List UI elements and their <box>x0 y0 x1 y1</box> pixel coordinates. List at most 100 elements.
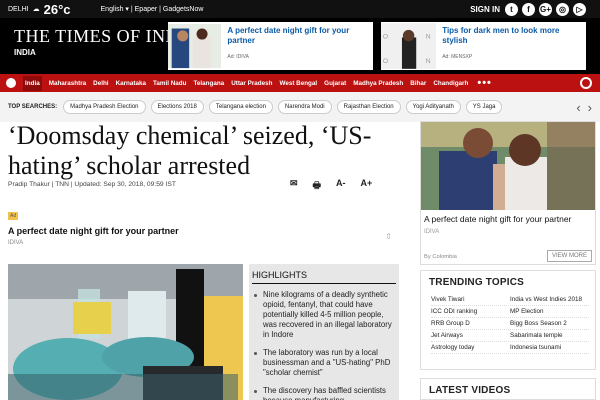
weather-widget[interactable]: DELHI ☁ 26°c <box>8 2 71 17</box>
header-ad-title: A perfect date night gift for your partn… <box>227 26 350 45</box>
article-headline: ‘Doomsday chemical’ seized, ‘US-hating’ … <box>8 121 372 180</box>
chevron-left-icon[interactable]: ‹ <box>576 100 580 115</box>
latest-videos-title: LATEST VIDEOS <box>429 385 511 396</box>
top-search-pill[interactable]: Yogi Adityanath <box>405 100 461 114</box>
decrease-font-button[interactable]: A- <box>336 178 346 194</box>
trending-row: ICC ODI ranking MP Election <box>431 306 589 318</box>
article-tools: ✉ 🖶 A- A+ <box>290 178 372 194</box>
nav-item-west-bengal[interactable]: West Bengal <box>279 80 317 87</box>
lab-image <box>8 264 243 400</box>
trending-row: Astrology today Indonesia tsunami <box>431 342 589 354</box>
nav-item-delhi[interactable]: Delhi <box>93 80 108 87</box>
more-menu-icon[interactable]: ••• <box>477 77 492 89</box>
top-searches-label: TOP SEARCHES: <box>8 104 58 110</box>
top-utility-bar: DELHI ☁ 26°c English ▾ | Epaper | Gadget… <box>0 0 600 18</box>
header-ad-source: Ad: MENSXP <box>442 54 473 60</box>
svg-text:N: N <box>426 33 431 40</box>
facebook-icon[interactable]: f <box>522 2 535 16</box>
main-navigation: India Maharashtra Delhi Karnataka Tamil … <box>0 74 600 92</box>
svg-text:N: N <box>426 58 431 65</box>
ad-man-image: O N O N <box>381 23 437 69</box>
play-icon[interactable]: ▷ <box>573 2 586 16</box>
top-search-pill[interactable]: Telangana election <box>208 100 273 114</box>
trending-topics: TRENDING TOPICS Vivek Tiwari India vs We… <box>420 270 596 370</box>
top-search-pill[interactable]: Narendra Modi <box>277 100 332 114</box>
masthead: THE TIMES OF INDIA INDIA A perfect date … <box>0 18 600 74</box>
print-icon[interactable]: 🖶 <box>313 178 322 194</box>
nav-item-bihar[interactable]: Bihar <box>410 80 426 87</box>
top-search-pill[interactable]: Elections 2018 <box>150 100 204 114</box>
top-search-pill[interactable]: Madhya Pradesh Election <box>63 100 146 114</box>
trending-link[interactable]: Bigg Boss Season 2 <box>510 318 589 329</box>
increase-font-button[interactable]: A+ <box>361 178 373 194</box>
temperature: 26°c <box>43 1 71 17</box>
sponsored-source: IDIVA <box>8 240 24 246</box>
trending-link[interactable]: India vs West Indies 2018 <box>510 294 589 305</box>
nav-item-india[interactable]: India <box>23 75 42 91</box>
article-lab-photo <box>8 264 243 400</box>
trending-list: Vivek Tiwari India vs West Indies 2018 I… <box>431 294 589 354</box>
nav-item-uttar-pradesh[interactable]: Uttar Pradesh <box>231 80 272 87</box>
sidebar-ad-image <box>421 122 595 210</box>
view-more-button[interactable]: VIEW MORE <box>546 250 592 262</box>
trending-link[interactable]: Vivek Tiwari <box>431 294 510 305</box>
sidebar-ad-card[interactable]: A perfect date night gift for your partn… <box>420 121 596 265</box>
social-links: t f G+ ◎ ▷ <box>505 2 586 16</box>
highlights-list: Nine kilograms of a deadly synthetic opi… <box>249 284 399 400</box>
header-ad-title: Tips for dark men to look more stylish <box>442 26 560 45</box>
header-ad-mensxp[interactable]: O N O N Tips for dark men to look more s… <box>381 22 586 70</box>
svg-text:O: O <box>383 58 388 65</box>
trending-row: Vivek Tiwari India vs West Indies 2018 <box>431 294 589 306</box>
top-search-carousel-controls: ‹ › <box>576 100 592 115</box>
top-search-pill[interactable]: Rajasthan Election <box>336 100 401 114</box>
trending-link[interactable]: Jet Airways <box>431 330 510 341</box>
twitter-icon[interactable]: t <box>505 2 518 16</box>
weather-icon: ☁ <box>32 6 40 13</box>
home-icon[interactable] <box>6 78 16 88</box>
share-icon[interactable]: ⇧ <box>385 232 392 241</box>
trending-link[interactable]: MP Election <box>510 306 589 317</box>
nav-item-madhya-pradesh[interactable]: Madhya Pradesh <box>353 80 403 87</box>
top-search-pill[interactable]: YS Jaga <box>465 100 503 114</box>
ad-label: Ad <box>8 212 19 220</box>
trending-link[interactable]: ICC ODI ranking <box>431 306 510 317</box>
trending-row: Jet Airways Sabarimala temple <box>431 330 589 342</box>
ad-couple-image <box>168 23 222 69</box>
colombia-attribution: By Colombia <box>424 254 457 260</box>
city-label: DELHI <box>8 5 29 13</box>
nav-item-tamil-nadu[interactable]: Tamil Nadu <box>153 80 186 87</box>
sign-in-link[interactable]: SIGN IN <box>470 5 500 14</box>
nav-item-gujarat[interactable]: Gujarat <box>324 80 346 87</box>
top-searches-bar: TOP SEARCHES: Madhya Pradesh Election El… <box>0 92 600 122</box>
highlight-item: The discovery has baffled scientists bec… <box>253 386 395 400</box>
header-ad-idiva[interactable]: A perfect date night gift for your partn… <box>168 22 373 70</box>
sponsored-link[interactable]: Ad A perfect date night gift for your pa… <box>8 204 400 246</box>
latest-videos: LATEST VIDEOS <box>420 378 596 400</box>
sponsored-title[interactable]: A perfect date night gift for your partn… <box>8 226 400 236</box>
nav-item-chandigarh[interactable]: Chandigarh <box>433 80 468 87</box>
search-icon[interactable] <box>580 77 592 89</box>
nav-item-telangana[interactable]: Telangana <box>194 80 225 87</box>
article-byline: Pradip Thakur | TNN | Updated: Sep 30, 2… <box>8 181 176 188</box>
rss-icon[interactable]: ◎ <box>556 2 569 16</box>
highlights-title: HIGHLIGHTS <box>252 270 396 284</box>
highlight-item: Nine kilograms of a deadly synthetic opi… <box>253 290 395 340</box>
highlight-item: The laboratory was run by a local busine… <box>253 348 395 378</box>
nav-item-maharashtra[interactable]: Maharashtra <box>49 80 86 87</box>
chevron-right-icon[interactable]: › <box>588 100 592 115</box>
sidebar-ad-title[interactable]: A perfect date night gift for your partn… <box>424 214 571 224</box>
trending-link[interactable]: Indonesia tsunami <box>510 342 589 353</box>
email-icon[interactable]: ✉ <box>290 178 298 194</box>
trending-link[interactable]: Sabarimala temple <box>510 330 589 341</box>
trending-link[interactable]: Astrology today <box>431 342 510 353</box>
nav-item-karnataka[interactable]: Karnataka <box>116 80 146 87</box>
edition-label: INDIA <box>14 48 36 57</box>
google-plus-icon[interactable]: G+ <box>539 2 552 16</box>
header-ad-source: Ad: IDIVA <box>227 54 249 60</box>
trending-link[interactable]: RRB Group D <box>431 318 510 329</box>
svg-text:O: O <box>383 33 388 40</box>
sidebar-ad-source: IDIVA <box>424 229 440 235</box>
trending-row: RRB Group D Bigg Boss Season 2 <box>431 318 589 330</box>
edition-links[interactable]: English ▾ | Epaper | GadgetsNow <box>101 5 204 13</box>
trending-title: TRENDING TOPICS <box>429 277 525 288</box>
